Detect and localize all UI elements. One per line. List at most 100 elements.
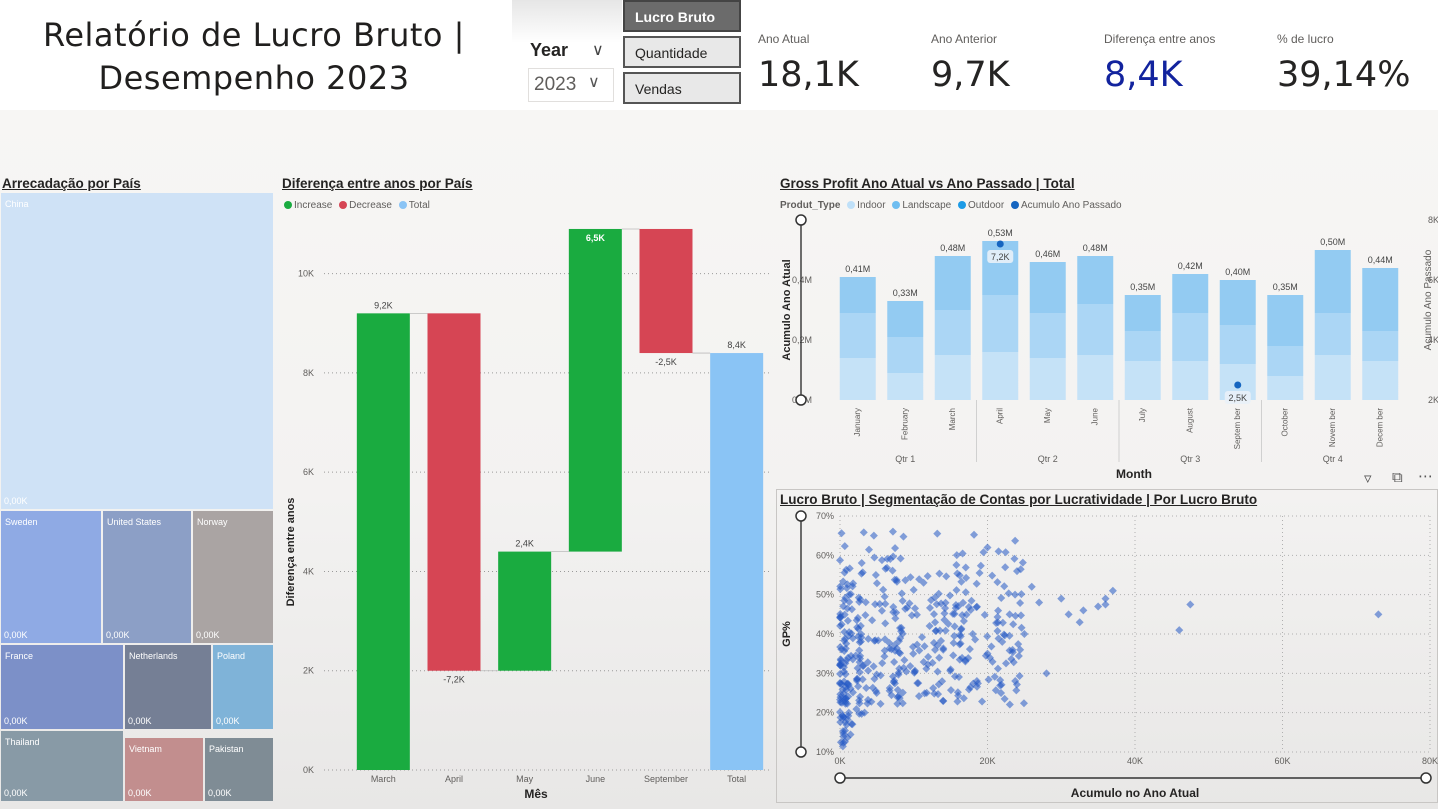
focus-mode-icon[interactable]: ⧉ (1392, 469, 1403, 486)
quantidade-button[interactable]: Quantidade (623, 36, 741, 68)
combo-y-axis-slider-handle (795, 394, 807, 406)
scatter-point (864, 634, 873, 643)
combo-line-point (996, 240, 1004, 248)
more-options-icon[interactable]: ⋯ (1418, 467, 1433, 485)
treemap-chart: China 0,00K Sweden 0,00K United States 0,00K N… (1, 193, 273, 801)
legend-landscape[interactable]: Landscape (902, 200, 951, 211)
scatter-ytick: 40% (816, 629, 834, 639)
combo-quarter-label: Qtr 4 (1323, 454, 1343, 464)
combo-xtick: August (1185, 407, 1194, 433)
treemap-value: 0,00K (216, 716, 240, 726)
treemap-tile-united-states (103, 511, 191, 643)
scatter-point (1000, 582, 1009, 591)
scatter-point (1075, 618, 1084, 627)
chevron-down-icon[interactable]: ∨ (588, 72, 600, 92)
waterfall-xtick: May (516, 774, 534, 784)
legend-total[interactable]: Total (409, 200, 430, 211)
scatter-point (859, 528, 868, 537)
scatter-point (1064, 610, 1073, 619)
scatter-point (909, 585, 918, 594)
scatter-ytick: 20% (816, 708, 834, 718)
scatter-point (1001, 563, 1010, 572)
legend-indoor[interactable]: Indoor (857, 200, 885, 211)
scatter-point (946, 686, 955, 695)
combo-line-label: 7,2K (991, 252, 1010, 262)
combo-legend: Produt_Type Indoor Landscape Outdoor Acu… (780, 200, 1122, 211)
chevron-down-icon[interactable]: ∨ (592, 40, 604, 60)
scatter-point (913, 679, 922, 688)
scatter-point (949, 651, 958, 660)
combo-bar-outdoor (1172, 274, 1209, 313)
scatter-point (881, 619, 890, 628)
waterfall-data-label: -2,5K (655, 357, 677, 367)
kpi-percent-lucro-label: % de lucro (1277, 32, 1334, 46)
combo-xtick: March (948, 408, 957, 430)
legend-decrease[interactable]: Decrease (349, 200, 392, 211)
combo-bar-indoor (1077, 355, 1114, 400)
waterfall-ylabel: Diferença entre anos (285, 498, 297, 607)
waterfall-ytick: 6K (303, 467, 314, 477)
lucro-bruto-button[interactable]: Lucro Bruto (623, 0, 741, 32)
combo-bar-landscape (1172, 313, 1209, 361)
scatter-point (1175, 626, 1184, 635)
waterfall-bar-september (639, 228, 693, 354)
scatter-point (858, 675, 867, 684)
scatter-point (896, 554, 905, 563)
treemap-tile-sweden (1, 511, 101, 643)
combo-xtick: April (995, 408, 1004, 424)
waterfall-ytick: 8K (303, 368, 314, 378)
quantidade-button-label: Quantidade (635, 45, 708, 61)
treemap-value: 0,00K (4, 788, 28, 798)
scatter-point (840, 542, 849, 551)
legend-acumulo[interactable]: Acumulo Ano Passado (1021, 200, 1122, 211)
waterfall-title: Diferença entre anos por País (282, 176, 473, 191)
treemap-label: Poland (217, 651, 245, 661)
scatter-point (970, 530, 979, 539)
scatter-point (1079, 606, 1088, 615)
waterfall-bar-march (356, 313, 410, 770)
scatter-point (998, 618, 1007, 627)
combo-bar-indoor (982, 352, 1019, 400)
scatter-point (862, 683, 871, 692)
year-slicer-dropdown[interactable]: 2023 (528, 68, 614, 102)
treemap-label: Thailand (5, 737, 40, 747)
scatter-ytick: 10% (816, 747, 834, 757)
scatter-xlabel: Acumulo no Ano Atual (1071, 786, 1199, 800)
combo-bar-indoor (1314, 355, 1351, 400)
waterfall-bar-june (568, 228, 622, 552)
combo-xtick: October (1280, 408, 1289, 437)
treemap-value: 0,00K (196, 630, 220, 640)
combo-xtick: Decem ber (1375, 408, 1384, 447)
combo-bar-outdoor (1362, 268, 1399, 331)
combo-bar-outdoor (1029, 262, 1066, 313)
scatter-point (880, 592, 889, 601)
scatter-xtick: 60K (1274, 756, 1290, 766)
legend-outdoor[interactable]: Outdoor (968, 200, 1004, 211)
scatter-point (952, 561, 961, 570)
kpi-ano-anterior-value: 9,7K (931, 55, 1010, 95)
scatter-xtick: 40K (1127, 756, 1143, 766)
waterfall-bar-total (710, 353, 764, 770)
scatter-xtick: 0K (834, 756, 845, 766)
waterfall-ytick: 10K (298, 269, 314, 279)
combo-bar-landscape (982, 295, 1019, 352)
scatter-point (891, 544, 900, 553)
scatter-point (930, 610, 939, 619)
treemap-label: United States (107, 517, 162, 527)
scatter-point (945, 591, 954, 600)
waterfall-legend: Increase Decrease Total (280, 200, 430, 211)
waterfall-data-label: 6,5K (586, 233, 606, 243)
scatter-point (1009, 620, 1018, 629)
scatter-point (1019, 699, 1028, 708)
combo-y-axis-slider-handle (795, 214, 807, 226)
kpi-percent-lucro-value: 39,14% (1277, 55, 1411, 95)
vendas-button[interactable]: Vendas (623, 72, 741, 104)
combo-bar-indoor (934, 355, 971, 400)
scatter-point (879, 585, 888, 594)
legend-increase[interactable]: Increase (294, 200, 332, 211)
combo-bar-landscape (1124, 331, 1161, 361)
combo-bar-landscape (934, 310, 971, 355)
scatter-point (872, 579, 881, 588)
filter-icon[interactable]: ▿ (1364, 469, 1372, 487)
combo-xlabel: Month (1116, 467, 1152, 481)
